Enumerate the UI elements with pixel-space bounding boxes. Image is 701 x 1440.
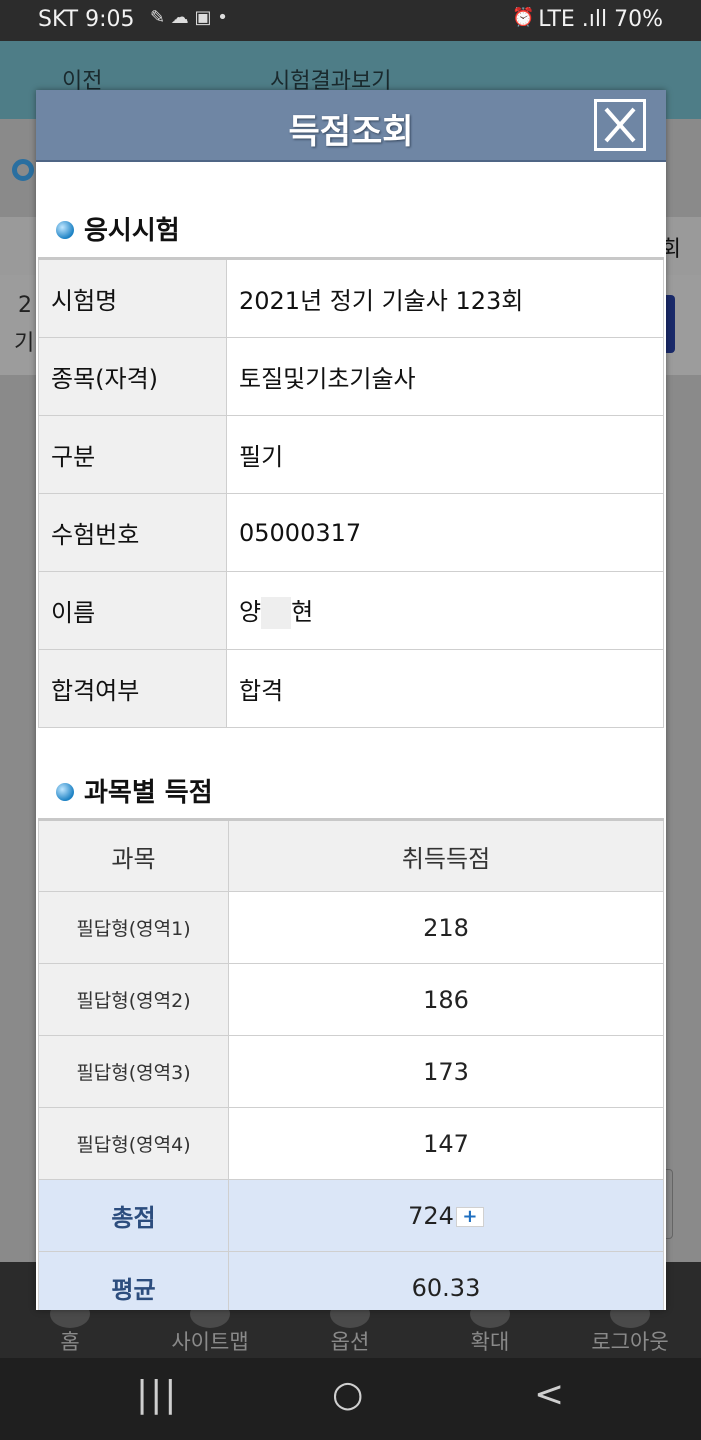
status-carrier-time: SKT 9:05: [38, 7, 135, 32]
expand-plus-icon[interactable]: +: [455, 1206, 484, 1227]
back-button[interactable]: <: [534, 1374, 564, 1415]
recents-button[interactable]: |||: [136, 1374, 178, 1415]
info-label: 수험번호: [38, 493, 227, 572]
info-label: 합격여부: [38, 649, 227, 728]
info-value: 05000317: [226, 493, 664, 572]
info-value: 2021년 정기 기술사 123회: [226, 258, 664, 338]
nav-options[interactable]: 옵션: [280, 1326, 420, 1356]
score-cell: 173: [228, 1035, 664, 1108]
background-bullet-icon: [12, 159, 34, 181]
column-header-subject: 과목: [38, 819, 229, 892]
redacted-block: [261, 597, 292, 629]
subject-cell: 필답형(영역2): [38, 963, 229, 1036]
bullet-icon: [56, 220, 74, 239]
exam-info-table: 시험명 2021년 정기 기술사 123회 종목(자격) 토질및기초기술사 구분…: [38, 257, 664, 728]
nav-home[interactable]: 홈: [0, 1326, 140, 1356]
table-row: 필답형(영역4) 147: [38, 1107, 664, 1180]
info-label: 구분: [38, 415, 227, 494]
alarm-icon: ⏰: [512, 7, 535, 28]
table-row: 구분 필기: [38, 415, 664, 494]
modal-title: 득점조회: [288, 112, 414, 152]
total-value: 724: [408, 1201, 454, 1230]
bullet-icon: [56, 782, 74, 801]
close-icon: [604, 107, 636, 143]
info-value-name: 양현: [226, 571, 664, 650]
score-table: 과목 취득득점 필답형(영역1) 218 필답형(영역2) 186 필답형(영역…: [38, 818, 664, 1310]
close-button[interactable]: [594, 99, 646, 151]
table-row: 합격여부 합격: [38, 649, 664, 728]
average-value: 60.33: [228, 1251, 664, 1310]
subject-cell: 필답형(영역4): [38, 1107, 229, 1180]
status-battery: LTE .ıll 70%: [538, 7, 663, 32]
average-row: 평균 60.33: [38, 1251, 664, 1310]
system-nav-bar: ||| ○ <: [0, 1358, 701, 1440]
average-label: 평균: [38, 1251, 229, 1310]
notification-icons: ✎ ☁ ▣ •: [150, 7, 228, 28]
section-exam-title: 응시시험: [56, 210, 180, 247]
nav-logout[interactable]: 로그아웃: [560, 1326, 700, 1356]
score-cell: 147: [228, 1107, 664, 1180]
info-value: 합격: [226, 649, 664, 728]
table-row: 시험명 2021년 정기 기술사 123회: [38, 258, 664, 338]
table-row: 필답형(영역1) 218: [38, 891, 664, 964]
score-cell: 218: [228, 891, 664, 964]
info-value: 필기: [226, 415, 664, 494]
modal-header: 득점조회: [36, 90, 666, 162]
status-bar: SKT 9:05 ✎ ☁ ▣ • ⏰ LTE .ıll 70%: [0, 0, 701, 41]
nav-sitemap[interactable]: 사이트맵: [140, 1326, 280, 1356]
score-cell: 186: [228, 963, 664, 1036]
total-label: 총점: [38, 1179, 229, 1252]
info-label: 종목(자격): [38, 337, 227, 416]
subject-cell: 필답형(영역3): [38, 1035, 229, 1108]
table-row: 수험번호 05000317: [38, 493, 664, 572]
column-header-score: 취득득점: [228, 819, 664, 892]
info-label: 시험명: [38, 258, 227, 338]
subject-cell: 필답형(영역1): [38, 891, 229, 964]
table-row: 필답형(영역3) 173: [38, 1035, 664, 1108]
total-value-cell: 724 +: [228, 1179, 664, 1252]
info-value: 토질및기초기술사: [226, 337, 664, 416]
table-header-row: 과목 취득득점: [38, 819, 664, 892]
score-modal: 득점조회 응시시험 시험명 2021년 정기 기술사 123회 종목(자격) 토…: [36, 90, 666, 1310]
table-row: 종목(자격) 토질및기초기술사: [38, 337, 664, 416]
home-button[interactable]: ○: [332, 1374, 363, 1415]
total-row: 총점 724 +: [38, 1179, 664, 1252]
nav-zoom[interactable]: 확대: [420, 1326, 560, 1356]
table-row: 필답형(영역2) 186: [38, 963, 664, 1036]
table-row: 이름 양현: [38, 571, 664, 650]
section-scores-title: 과목별 득점: [56, 772, 213, 809]
info-label: 이름: [38, 571, 227, 650]
